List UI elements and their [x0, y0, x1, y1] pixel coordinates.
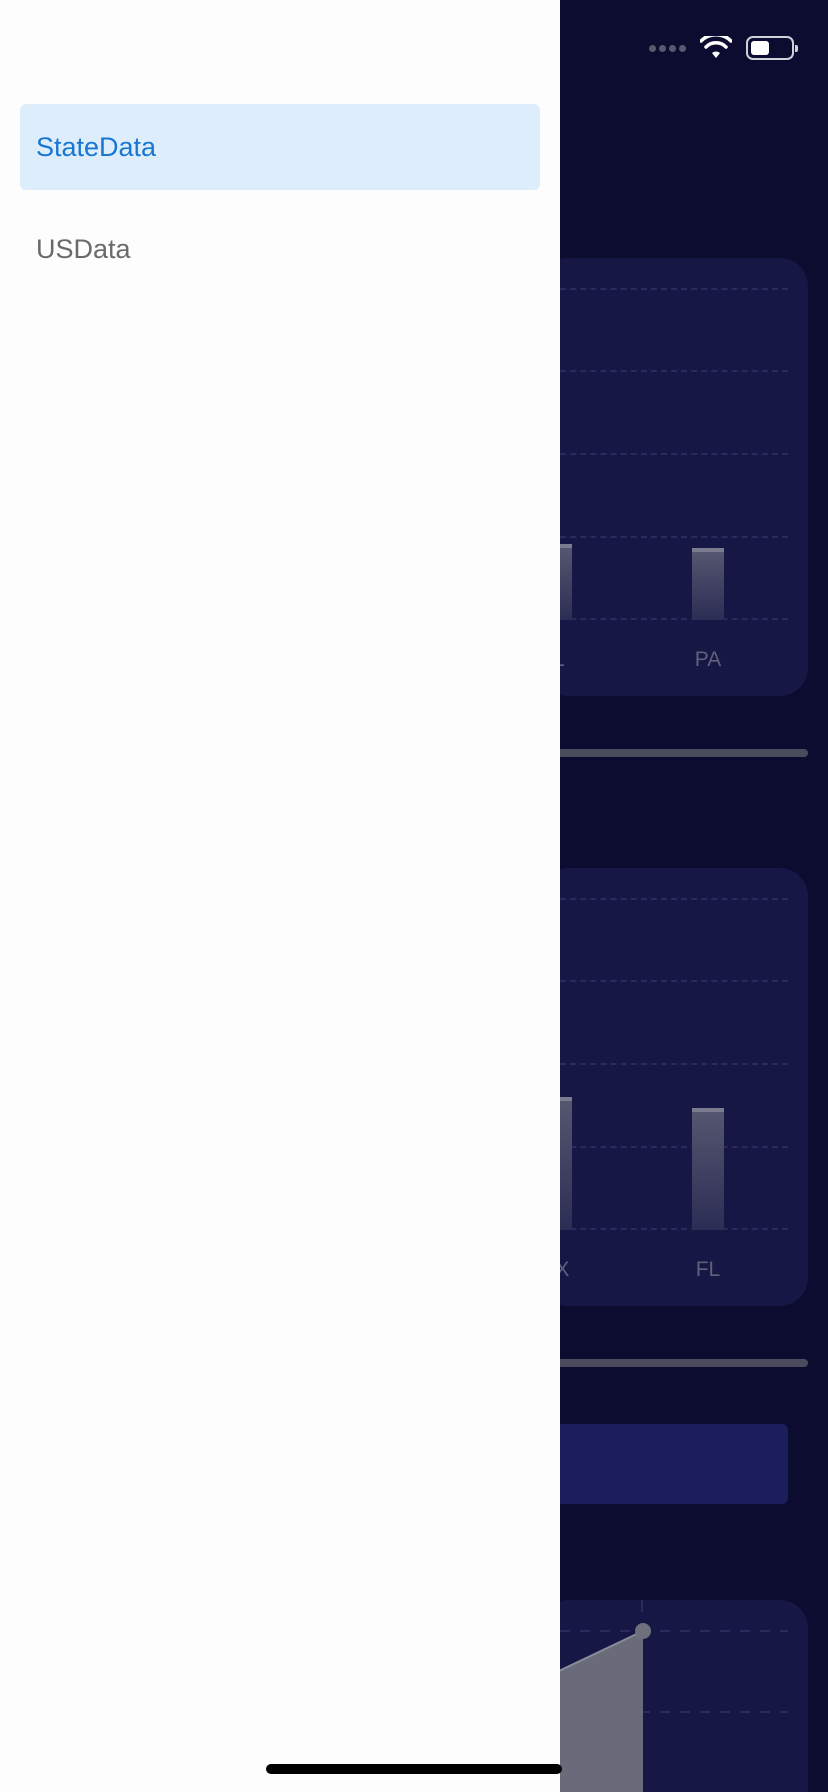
battery-icon: [746, 36, 798, 60]
bar-chart-card: IL PA: [540, 258, 808, 696]
scroll-indicator: [540, 749, 808, 757]
action-button[interactable]: [540, 1424, 788, 1504]
scroll-indicator: [540, 1359, 808, 1367]
drawer-item-usdata[interactable]: USData: [20, 206, 540, 292]
home-indicator: [266, 1764, 562, 1774]
bar-chart-card: TX FL: [540, 868, 808, 1306]
status-icons: [649, 36, 798, 60]
cellular-signal-icon: [649, 44, 686, 52]
navigation-drawer: StateData USData: [0, 0, 560, 1792]
line-chart: [540, 1600, 788, 1792]
chart-bar: [692, 1108, 724, 1230]
drawer-item-label: USData: [36, 233, 131, 264]
chart-bar: [692, 548, 724, 620]
drawer-item-label: StateData: [36, 131, 157, 162]
wifi-icon: [700, 36, 732, 58]
drawer-item-statedata[interactable]: StateData: [20, 104, 540, 190]
data-point: [635, 1623, 651, 1639]
tick-label: FL: [695, 1258, 721, 1281]
line-chart-card: [540, 1600, 808, 1792]
tick-label: PA: [694, 648, 722, 671]
